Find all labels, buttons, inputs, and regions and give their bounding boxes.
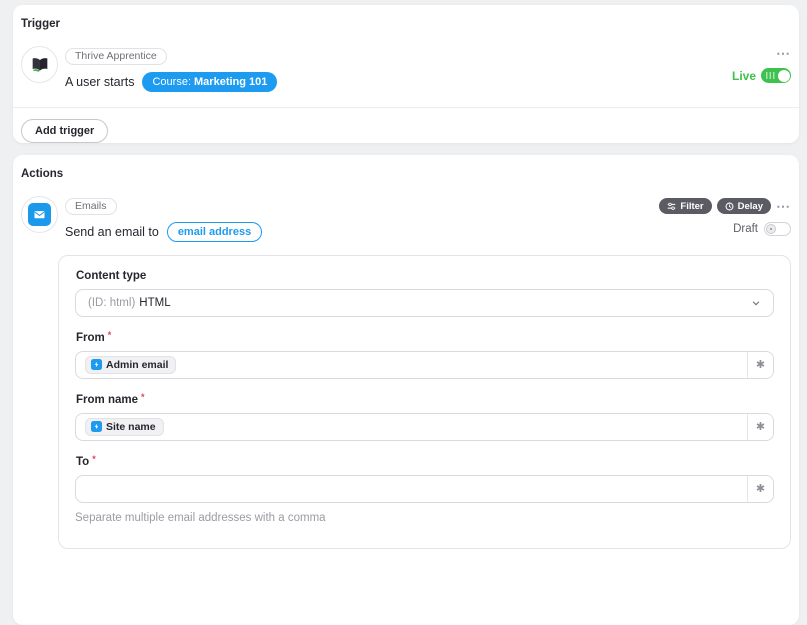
content-type-label: Content type (76, 270, 774, 282)
add-trigger-button[interactable]: Add trigger (21, 119, 108, 143)
course-pill[interactable]: Course: Marketing 101 (142, 72, 277, 92)
trigger-node-right: ⋯ Live (732, 46, 791, 83)
book-icon (30, 55, 50, 75)
filter-button[interactable]: Filter (659, 198, 711, 214)
from-input[interactable]: Admin email (76, 352, 747, 378)
dynamic-data-icon (91, 359, 102, 370)
asterisk-icon: ✱ (756, 420, 765, 433)
live-status-row: Live (732, 68, 791, 83)
content-type-selected-name: HTML (139, 297, 170, 309)
to-label: To * (76, 456, 774, 468)
draft-label: Draft (733, 223, 758, 235)
required-marker: * (108, 330, 112, 342)
trigger-app-badge: Thrive Apprentice (65, 48, 167, 65)
email-settings-panel: Content type (ID: html) HTML From * Admi… (58, 255, 791, 549)
content-type-select[interactable]: (ID: html) HTML (75, 289, 774, 317)
trigger-description: A user starts (65, 75, 134, 89)
draft-toggle-knob (766, 224, 776, 234)
to-dynamic-fields-button[interactable]: ✱ (747, 476, 773, 502)
filter-icon (667, 202, 676, 211)
action-description-row: Send an email to email address (65, 222, 262, 242)
action-menu-ellipsis-icon[interactable]: ⋯ (776, 201, 791, 211)
actions-card: Actions Emails Send an email to email ad… (13, 155, 799, 625)
trigger-card-divider (13, 107, 799, 108)
action-controls-row: Filter Delay ⋯ (659, 198, 791, 214)
asterisk-icon: ✱ (756, 482, 765, 495)
to-helper-text: Separate multiple email addresses with a… (75, 512, 774, 524)
content-type-label-text: Content type (76, 270, 146, 282)
from-name-input-group: Site name ✱ (75, 413, 774, 441)
from-name-label-text: From name (76, 394, 138, 406)
from-label-text: From (76, 332, 105, 344)
draft-toggle[interactable] (764, 222, 791, 236)
course-pill-value: Marketing 101 (194, 76, 267, 88)
live-toggle[interactable] (761, 68, 791, 83)
action-app-badge: Emails (65, 198, 117, 215)
trigger-card: Trigger Thrive Apprentice A user starts … (13, 5, 799, 143)
trigger-node: Thrive Apprentice A user starts Course: … (21, 46, 791, 92)
required-marker: * (141, 392, 145, 404)
dynamic-data-icon (91, 421, 102, 432)
from-name-tag-label: Site name (106, 421, 156, 433)
from-name-dynamic-fields-button[interactable]: ✱ (747, 414, 773, 440)
live-label: Live (732, 69, 756, 83)
content-type-selected-id: (ID: html) (88, 297, 135, 309)
trigger-node-main: Thrive Apprentice A user starts Course: … (65, 46, 277, 92)
to-input[interactable] (85, 476, 738, 502)
to-input-wrap (76, 476, 747, 502)
envelope-icon (28, 203, 51, 226)
action-description: Send an email to (65, 225, 159, 239)
from-name-tag[interactable]: Site name (85, 418, 164, 436)
live-toggle-knob (778, 70, 790, 82)
required-marker: * (92, 454, 96, 466)
asterisk-icon: ✱ (756, 358, 765, 371)
clock-icon (725, 202, 734, 211)
email-address-pill[interactable]: email address (167, 222, 262, 242)
chevron-down-icon (751, 298, 761, 308)
from-tag[interactable]: Admin email (85, 356, 176, 374)
from-dynamic-fields-button[interactable]: ✱ (747, 352, 773, 378)
to-input-group: ✱ (75, 475, 774, 503)
trigger-description-row: A user starts Course: Marketing 101 (65, 72, 277, 92)
delay-button[interactable]: Delay (717, 198, 771, 214)
from-label: From * (76, 332, 774, 344)
actions-section-title: Actions (21, 168, 791, 180)
delay-button-label: Delay (738, 201, 763, 212)
action-node: Emails Send an email to email address Fi… (21, 196, 791, 242)
trigger-menu-ellipsis-icon[interactable]: ⋯ (776, 48, 791, 58)
from-name-label: From name * (76, 394, 774, 406)
thrive-apprentice-app-icon (21, 46, 58, 83)
emails-app-icon (21, 196, 58, 233)
action-node-right: Filter Delay ⋯ Draft (659, 196, 791, 236)
action-node-main: Emails Send an email to email address (65, 196, 262, 242)
from-input-group: Admin email ✱ (75, 351, 774, 379)
filter-button-label: Filter (680, 201, 703, 212)
from-name-input[interactable]: Site name (76, 414, 747, 440)
trigger-section-title: Trigger (21, 18, 791, 30)
course-pill-prefix: Course: (152, 76, 191, 88)
draft-status-row: Draft (733, 222, 791, 236)
to-label-text: To (76, 456, 89, 468)
from-tag-label: Admin email (106, 359, 168, 371)
